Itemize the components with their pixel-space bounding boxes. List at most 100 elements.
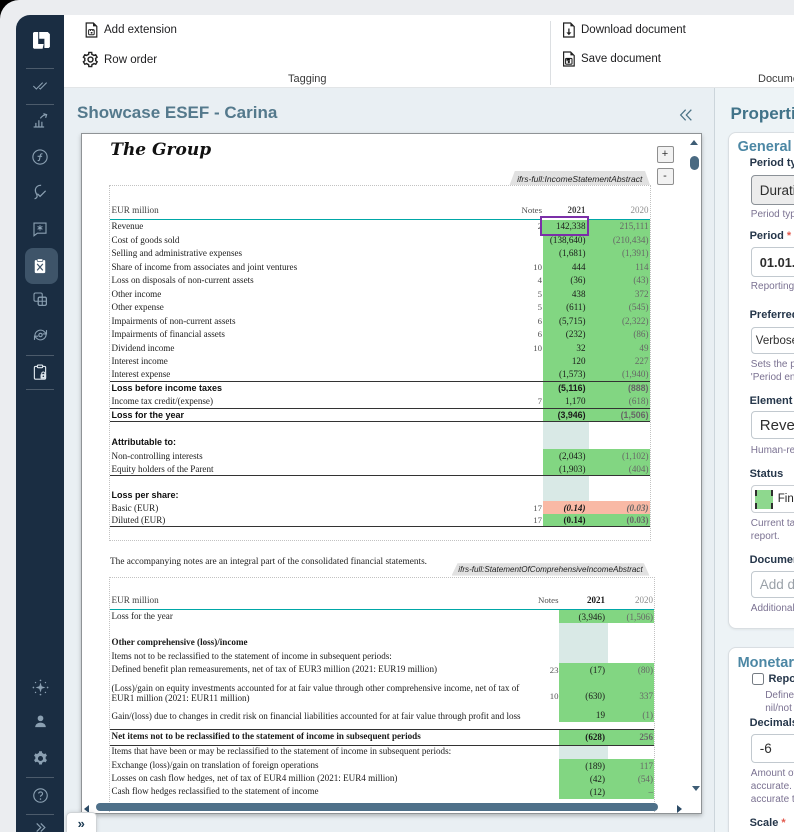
table-row[interactable]: Loss per share: (110, 489, 650, 502)
value-2021[interactable]: 1,170 (543, 395, 589, 408)
status-field[interactable]: Final (751, 485, 794, 513)
value-2021[interactable]: (138,640) (543, 233, 589, 247)
value-2021[interactable] (543, 422, 589, 436)
table-row[interactable]: Basic (EUR) 17 (0.14) (0.03) (110, 501, 650, 514)
value-2020[interactable] (589, 436, 650, 450)
table-row[interactable]: Gain/(loss) due to changes in credit ris… (110, 703, 654, 721)
sidebar-item-clipboard-x[interactable] (16, 254, 64, 278)
value-2020[interactable]: (0.03) (589, 514, 650, 526)
value-2021[interactable] (559, 722, 608, 729)
sidebar-item-comment-asterisk[interactable] (16, 217, 64, 241)
value-2020[interactable]: (2,322) (589, 314, 650, 328)
table-row[interactable]: Equity holders of the Parent (1,903) (40… (110, 463, 650, 477)
value-2020[interactable]: – (608, 786, 654, 799)
value-2021[interactable] (559, 746, 608, 759)
table-row[interactable]: Non-controlling interests (2,043) (1,102… (110, 449, 650, 463)
table-row[interactable]: Loss for the year (3,946) (1,506) (110, 409, 650, 423)
table-row[interactable]: Dividend income 10 32 49 (110, 341, 650, 355)
value-2021[interactable]: (12) (559, 786, 608, 799)
save-document-button[interactable]: Save document (562, 51, 661, 67)
value-2020[interactable]: (404) (589, 463, 650, 476)
value-2021[interactable]: (17) (559, 663, 608, 676)
expand-panel-button[interactable]: » (66, 812, 97, 832)
value-2021[interactable]: (611) (543, 301, 589, 315)
sidebar-item-person[interactable] (16, 709, 64, 733)
value-2020[interactable] (608, 650, 654, 663)
table-row[interactable]: Impairments of non-current assets 6 (5,7… (110, 314, 650, 328)
table-row[interactable] (110, 722, 654, 730)
value-2020[interactable] (608, 623, 654, 636)
value-2021[interactable]: (42) (559, 772, 608, 785)
sidebar-item-copy-table[interactable] (16, 287, 64, 311)
table-row[interactable]: Cost of goods sold (138,640) (210,434) (110, 233, 650, 247)
value-2020[interactable]: (888) (589, 382, 650, 396)
value-2021[interactable]: 19 (559, 703, 608, 721)
report-checkbox[interactable] (752, 673, 765, 686)
value-2020[interactable]: (1,506) (589, 409, 650, 422)
table-row[interactable]: Loss on disposals of non-current assets … (110, 274, 650, 288)
add-extension-button[interactable]: Add extension (84, 22, 177, 38)
decimals-input[interactable]: -6 (751, 734, 794, 763)
value-2020[interactable]: (1,391) (589, 247, 650, 261)
value-2021[interactable] (543, 476, 589, 489)
scroll-right-arrow[interactable] (677, 805, 682, 813)
value-2020[interactable]: (210,434) (589, 233, 650, 247)
value-2020[interactable]: (1) (608, 703, 654, 721)
sidebar-item-gear-filled[interactable] (16, 746, 64, 770)
table-row[interactable]: Impairments of financial assets 6 (232) … (110, 328, 650, 342)
value-2021[interactable]: (5,116) (543, 382, 589, 396)
table-row[interactable]: (Loss)/gain on equity investments accoun… (110, 677, 654, 704)
tag-pill-comprehensive-income[interactable]: ifrs-full:StatementOfComprehensiveIncome… (452, 563, 650, 575)
table-row[interactable]: Items not to be reclassified to the stat… (110, 650, 654, 663)
table-row[interactable]: Other expense 5 (611) (545) (110, 301, 650, 315)
value-2020[interactable]: (618) (589, 395, 650, 408)
period-input[interactable]: 01.01.20 (751, 247, 794, 277)
sidebar-item-pen-check[interactable] (16, 180, 64, 204)
value-2020[interactable] (589, 476, 650, 489)
value-2021[interactable]: (630) (559, 677, 608, 704)
value-2021[interactable]: 120 (543, 355, 589, 369)
value-2021[interactable] (543, 489, 589, 502)
table-row[interactable] (110, 476, 650, 489)
value-2020[interactable]: (545) (589, 301, 650, 315)
value-2021[interactable]: 32 (543, 341, 589, 355)
scroll-up-arrow[interactable] (690, 140, 698, 145)
table-row[interactable]: Cash flow hedges reclassified to the sta… (110, 786, 654, 799)
value-2020[interactable] (589, 422, 650, 436)
value-2020[interactable]: 49 (589, 341, 650, 355)
value-2021[interactable]: (1,573) (543, 368, 589, 381)
value-2021[interactable]: (3,946) (543, 409, 589, 422)
scroll-down-arrow[interactable] (692, 786, 700, 791)
sidebar-item-chevrons-right[interactable] (16, 815, 64, 832)
documentation-input[interactable]: Add docu (751, 571, 794, 598)
value-2020[interactable]: (86) (589, 328, 650, 342)
value-2021[interactable]: (5,715) (543, 314, 589, 328)
table-row[interactable]: Revenue 2 142,338 215,111 (110, 220, 650, 234)
value-2020[interactable]: (1,506) (608, 610, 654, 623)
value-2020[interactable]: 215,111 (589, 220, 650, 234)
element-label-input[interactable]: Revenue (751, 411, 794, 439)
value-2021[interactable] (559, 650, 608, 663)
table-row[interactable] (110, 422, 650, 436)
sidebar-item-clipboard-lock[interactable] (16, 360, 64, 384)
download-document-button[interactable]: Download document (562, 22, 686, 38)
value-2020[interactable] (608, 722, 654, 729)
zoom-out-button[interactable]: - (657, 168, 674, 185)
value-2020[interactable]: (1,940) (589, 368, 650, 381)
value-2021[interactable]: 142,338 (543, 220, 589, 234)
table-row[interactable]: Share of income from associates and join… (110, 260, 650, 274)
value-2020[interactable]: (80) (608, 663, 654, 676)
table-row[interactable] (110, 623, 654, 636)
value-2021[interactable] (559, 623, 608, 636)
value-2021[interactable]: (1,903) (543, 463, 589, 476)
value-2021[interactable]: (628) (559, 730, 608, 745)
horizontal-scrollbar-thumb[interactable] (96, 803, 658, 811)
value-2020[interactable] (589, 489, 650, 502)
sidebar-item-chart-growth[interactable] (16, 109, 64, 133)
table-row[interactable]: Net items not to be reclassified to the … (110, 730, 654, 746)
table-row[interactable]: Loss for the year (3,946) (1,506) (110, 610, 654, 623)
value-2021[interactable]: (0.14) (543, 501, 589, 514)
sidebar-item-sync-eye[interactable] (16, 323, 64, 347)
table-row[interactable]: Income tax credit/(expense) 7 1,170 (618… (110, 395, 650, 409)
value-2021[interactable]: (1,681) (543, 247, 589, 261)
